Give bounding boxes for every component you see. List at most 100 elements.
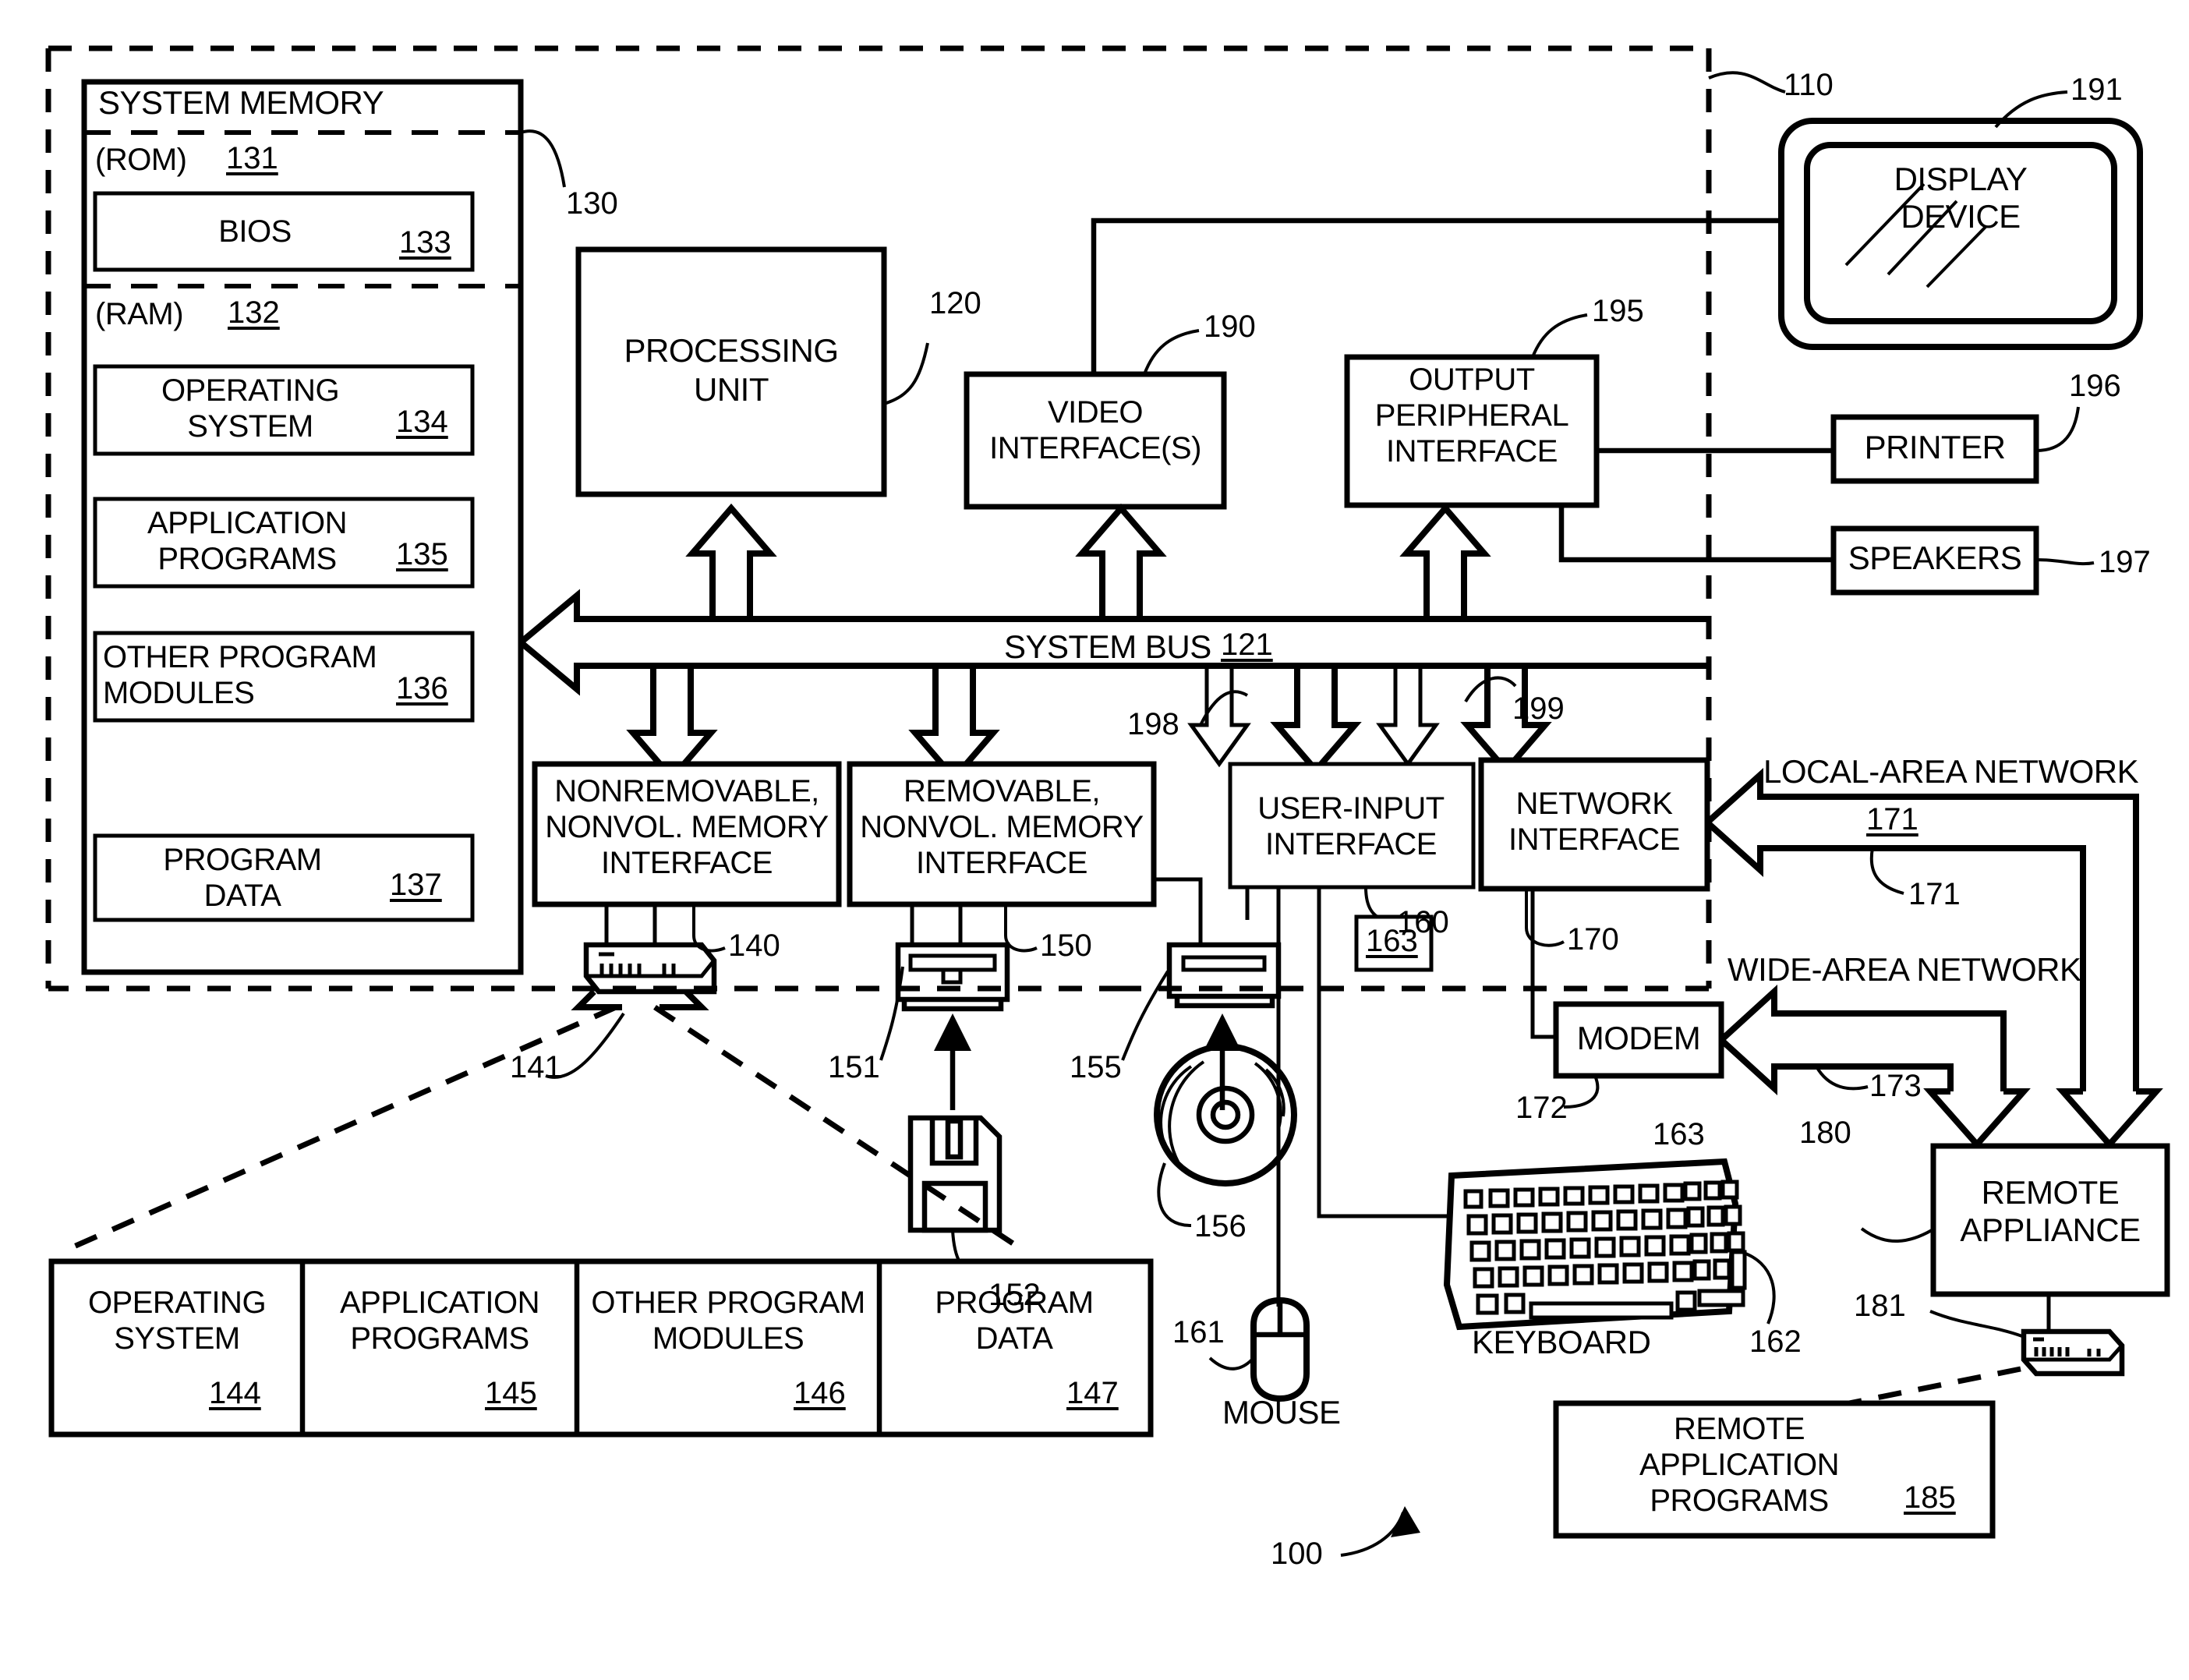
table-col3-line2: DATA — [975, 1321, 1053, 1356]
floppy-insert-arrow-head — [934, 1013, 971, 1051]
optical-disc-icon — [1154, 1043, 1297, 1187]
bus-down-arrows — [626, 666, 1552, 783]
leader-195 — [1531, 313, 1588, 358]
user-input-line1: USER-INPUT — [1257, 791, 1445, 826]
processing-unit-line2: UNIT — [694, 371, 769, 408]
user-input-interface-box — [1228, 762, 1476, 890]
keyboard-label: KEYBOARD — [1472, 1324, 1651, 1360]
mouse-icon — [1250, 1296, 1310, 1402]
ref-134: 134 — [396, 405, 448, 439]
ref-196: 196 — [2069, 369, 2121, 403]
wan-arrow — [1719, 984, 2007, 1096]
ref-141: 141 — [510, 1050, 562, 1084]
mouse-label: MOUSE — [1222, 1394, 1341, 1431]
rem-to-optical — [1154, 877, 1203, 945]
bus-up-arrows — [685, 503, 1491, 619]
leader-161 — [1208, 1356, 1254, 1371]
ram-label: (RAM) — [95, 297, 184, 331]
network-interface-line1: NETWORK — [1515, 787, 1673, 821]
ref-137: 137 — [390, 868, 442, 902]
wan-arrowhead — [1923, 1088, 2031, 1150]
ref-151: 151 — [828, 1050, 880, 1084]
leader-150 — [1004, 904, 1038, 953]
ref-198: 198 — [1127, 707, 1179, 741]
ref-146: 146 — [794, 1376, 846, 1410]
optical-drive-icon — [1166, 942, 1282, 1009]
ref-156: 156 — [1194, 1209, 1247, 1243]
remote-drive-icon — [2021, 1328, 2125, 1377]
ref-130: 130 — [566, 186, 618, 221]
ref-100: 100 — [1271, 1537, 1323, 1571]
system-memory-title: SYSTEM MEMORY — [98, 84, 384, 121]
leader-190 — [1143, 329, 1200, 375]
leader-100-arrowhead — [1391, 1506, 1420, 1537]
remote-programs-line2: APPLICATION — [1639, 1448, 1840, 1482]
hdd-expand-left — [67, 1004, 617, 1252]
ref-171-underlined: 171 — [1866, 802, 1918, 836]
system-bus-label: SYSTEM BUS — [1004, 628, 1211, 665]
table-col1-line2: PROGRAMS — [350, 1321, 529, 1356]
patent-figure-computing-system: .s { fill:none; stroke:#000; stroke-widt… — [0, 0, 2189, 1680]
wan-label: WIDE-AREA NETWORK — [1728, 951, 2081, 988]
table-col0-line2: SYSTEM — [114, 1321, 240, 1356]
lan-arrowhead — [2056, 1088, 2163, 1150]
floppy-disk-icon — [907, 1115, 1003, 1233]
ram-other-line2: MODULES — [103, 676, 255, 710]
leader-171b — [1869, 847, 1904, 895]
leader-180 — [1860, 1227, 1933, 1243]
table-col2-line1: OTHER PROGRAM — [591, 1286, 865, 1320]
printer-label: PRINTER — [1864, 429, 2006, 465]
ref-131: 131 — [226, 141, 278, 175]
modem-label: MODEM — [1576, 1020, 1701, 1056]
ref-136: 136 — [396, 671, 448, 706]
table-col1-line1: APPLICATION — [339, 1286, 540, 1320]
ref-135: 135 — [396, 537, 448, 571]
output-peripheral-line1: OUTPUT — [1409, 363, 1535, 397]
leader-197 — [2035, 558, 2095, 566]
ref-163-modem: 163 — [1653, 1117, 1705, 1151]
leader-173 — [1815, 1065, 1869, 1091]
output-peripheral-line3: INTERFACE — [1386, 434, 1558, 469]
rom-label: (ROM) — [95, 143, 187, 177]
ram-app-line2: PROGRAMS — [157, 542, 337, 576]
leader-181 — [1929, 1310, 2023, 1338]
leader-172 — [1563, 1075, 1600, 1109]
ram-os-line2: SYSTEM — [187, 409, 313, 444]
ref-180: 180 — [1799, 1116, 1851, 1150]
rem-line1: REMOVABLE, — [903, 774, 1101, 808]
leader-130 — [520, 129, 566, 188]
ref-171-plain: 171 — [1908, 877, 1961, 911]
floppy-drive-icon — [895, 942, 1010, 1012]
leader-151 — [879, 966, 904, 1061]
table-col2-line2: MODULES — [652, 1321, 805, 1356]
ref-147: 147 — [1066, 1376, 1119, 1410]
output-peripheral-line2: PERIPHERAL — [1374, 398, 1569, 433]
network-interface-line2: INTERFACE — [1508, 822, 1680, 857]
ram-os-line1: OPERATING — [161, 373, 340, 408]
nonrem-line1: NONREMOVABLE, — [554, 774, 819, 808]
ref-181: 181 — [1854, 1289, 1906, 1323]
ref-162: 162 — [1749, 1325, 1802, 1359]
leader-120 — [883, 342, 929, 405]
video-to-display-line — [1091, 218, 1781, 374]
ref-140: 140 — [728, 928, 780, 963]
table-col0-line1: OPERATING — [87, 1286, 267, 1320]
remote-programs-line3: PROGRAMS — [1650, 1484, 1829, 1518]
bios-label: BIOS — [218, 214, 292, 249]
ram-progdata-line1: PROGRAM — [163, 843, 322, 877]
ram-other-line1: OTHER PROGRAM — [103, 640, 377, 674]
display-device-line1: DISPLAY — [1894, 161, 2028, 197]
ram-progdata-line2: DATA — [203, 879, 281, 913]
ref-173: 173 — [1869, 1069, 1922, 1103]
remote-programs-line1: REMOTE — [1673, 1412, 1805, 1446]
remote-appliance-line2: APPLIANCE — [1960, 1211, 2141, 1248]
processing-unit-line1: PROCESSING — [624, 332, 839, 369]
ref-185: 185 — [1904, 1480, 1956, 1515]
ref-191: 191 — [2071, 73, 2123, 107]
ref-197: 197 — [2099, 545, 2151, 579]
rem-line2: NONVOL. MEMORY — [860, 810, 1144, 844]
ref-144: 144 — [209, 1376, 261, 1410]
ref-133: 133 — [399, 225, 451, 260]
video-interface-line1: VIDEO — [1048, 395, 1143, 430]
ref-120: 120 — [929, 286, 981, 320]
